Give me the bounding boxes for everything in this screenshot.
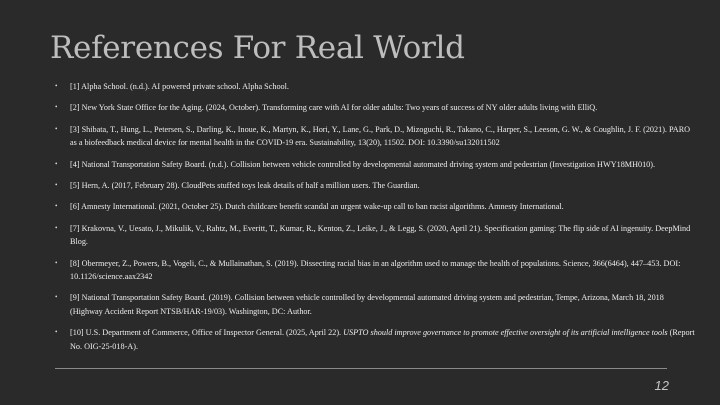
reference-text: [1] Alpha School. (n.d.). AI powered pri… xyxy=(70,82,289,91)
reference-list: • [1] Alpha School. (n.d.). AI powered p… xyxy=(55,80,695,361)
bullet-icon: • xyxy=(55,82,58,90)
reference-item: • [8] Obermeyer, Z., Powers, B., Vogeli,… xyxy=(55,257,695,284)
reference-item: • [7] Krakovna, V., Uesato, J., Mikulik,… xyxy=(55,222,695,249)
reference-text: [7] Krakovna, V., Uesato, J., Mikulik, V… xyxy=(70,223,691,247)
slide-title: References For Real World xyxy=(50,30,465,66)
reference-text: [2] New York State Office for the Aging.… xyxy=(70,103,598,113)
page-number: 12 xyxy=(654,378,669,393)
reference-text: [8] Obermeyer, Z., Powers, B., Vogeli, C… xyxy=(70,258,681,282)
bullet-icon: • xyxy=(55,124,58,133)
reference-item: • [9] National Transportation Safety Boa… xyxy=(55,291,695,318)
bullet-icon: • xyxy=(55,103,58,112)
reference-text: [4] National Transportation Safety Board… xyxy=(70,159,656,169)
reference-item: • [2] New York State Office for the Agin… xyxy=(55,101,695,114)
reference-text: [6] Amnesty International. (2021, Octobe… xyxy=(70,202,564,212)
bullet-icon: • xyxy=(55,223,58,232)
reference-text-italic: USPTO should improve governance to promo… xyxy=(343,328,668,338)
reference-text: [5] Hern, A. (2017, February 28). CloudP… xyxy=(70,181,420,191)
footer-divider xyxy=(55,368,667,369)
bullet-icon: • xyxy=(55,328,58,337)
reference-item: • [3] Shibata, T., Hung, L., Petersen, S… xyxy=(55,123,695,150)
reference-text: [3] Shibata, T., Hung, L., Petersen, S.,… xyxy=(70,124,691,148)
reference-text-before: [10] U.S. Department of Commerce, Office… xyxy=(70,328,344,338)
slide: References For Real World • [1] Alpha Sc… xyxy=(0,0,720,405)
bullet-icon: • xyxy=(55,181,58,190)
reference-item: • [6] Amnesty International. (2021, Octo… xyxy=(55,200,695,213)
reference-item: • [4] National Transportation Safety Boa… xyxy=(55,158,695,171)
reference-text: [9] National Transportation Safety Board… xyxy=(70,293,664,316)
bullet-icon: • xyxy=(55,202,58,211)
bullet-icon: • xyxy=(55,159,58,168)
reference-item: • [5] Hern, A. (2017, February 28). Clou… xyxy=(55,179,695,192)
bullet-icon: • xyxy=(55,258,58,267)
reference-item: • [10] U.S. Department of Commerce, Offi… xyxy=(55,326,695,353)
reference-item: • [1] Alpha School. (n.d.). AI powered p… xyxy=(55,80,695,93)
bullet-icon: • xyxy=(55,293,58,302)
